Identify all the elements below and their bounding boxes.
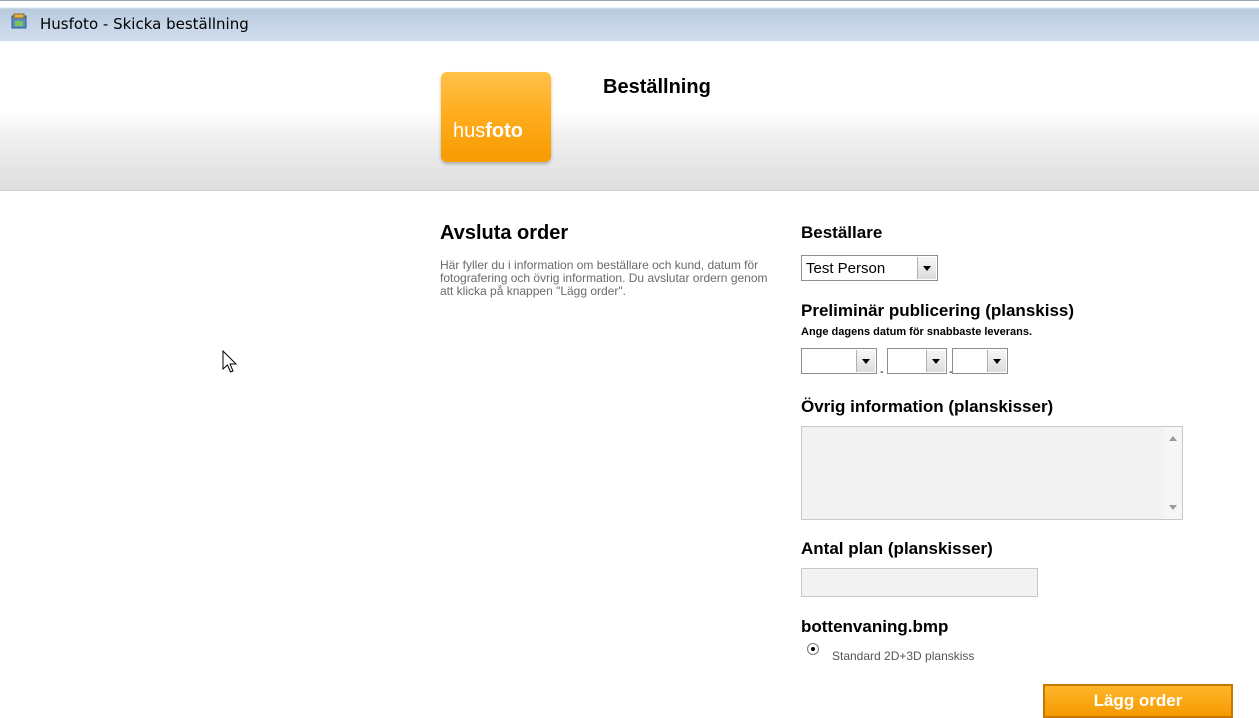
standard-option-label: Standard 2D+3D planskiss bbox=[832, 649, 975, 663]
app-icon bbox=[11, 13, 27, 29]
place-order-button[interactable]: Lägg order bbox=[1043, 684, 1233, 718]
page-title: Beställning bbox=[603, 76, 711, 98]
textarea-scrollbar[interactable] bbox=[1164, 427, 1182, 519]
logo-text: husfoto bbox=[453, 120, 524, 142]
page-header: husfoto Beställning bbox=[0, 41, 1259, 191]
other-info-label: Övrig information (planskisser) bbox=[801, 397, 1054, 416]
publish-hint: Ange dagens datum för snabbaste leverans… bbox=[801, 326, 1033, 338]
mouse-cursor-icon bbox=[222, 350, 238, 373]
chevron-down-icon[interactable] bbox=[926, 350, 945, 372]
floors-label: Antal plan (planskisser) bbox=[801, 539, 993, 558]
chevron-down-icon[interactable] bbox=[856, 350, 875, 372]
orderer-select[interactable]: Test Person bbox=[801, 255, 938, 281]
scroll-up-icon[interactable] bbox=[1169, 436, 1177, 441]
window-title-bar: Husfoto - Skicka beställning bbox=[0, 0, 1259, 42]
section-description: Här fyller du i information om beställar… bbox=[440, 258, 768, 298]
other-info-textarea[interactable] bbox=[801, 426, 1183, 520]
section-heading: Avsluta order bbox=[440, 222, 569, 244]
chevron-down-icon[interactable] bbox=[987, 350, 1006, 372]
publish-month-select[interactable] bbox=[887, 348, 947, 374]
husfoto-logo: husfoto bbox=[441, 72, 551, 162]
publish-year-select[interactable] bbox=[801, 348, 877, 374]
date-separator: - bbox=[880, 366, 884, 378]
publish-label: Preliminär publicering (planskiss) bbox=[801, 301, 1075, 320]
orderer-select-value: Test Person bbox=[806, 260, 886, 277]
publish-day-select[interactable] bbox=[952, 348, 1008, 374]
orderer-label: Beställare bbox=[801, 223, 883, 242]
window-title: Husfoto - Skicka beställning bbox=[40, 15, 249, 33]
scroll-down-icon[interactable] bbox=[1169, 505, 1177, 510]
intro-section: Avsluta order Här fyller du i informatio… bbox=[440, 222, 780, 298]
floors-input[interactable] bbox=[801, 568, 1038, 597]
standard-option-radio[interactable] bbox=[807, 643, 819, 655]
file-label: bottenvaning.bmp bbox=[801, 617, 949, 636]
chevron-down-icon[interactable] bbox=[917, 257, 936, 279]
